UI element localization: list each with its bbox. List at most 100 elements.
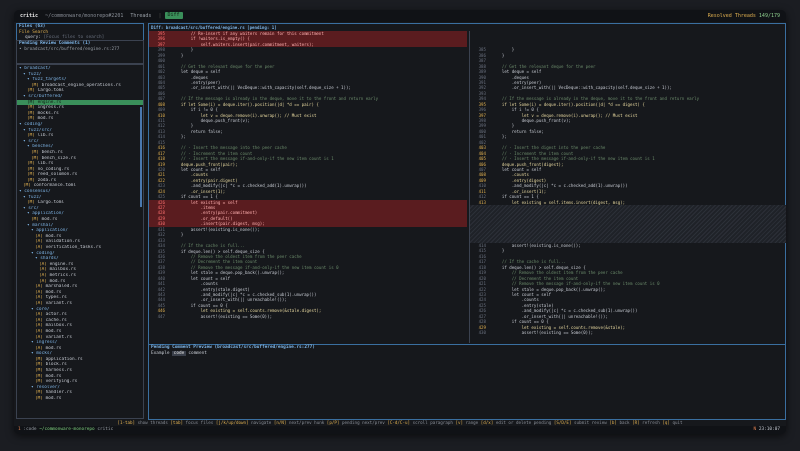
code-text: // - Insert the message if-and-only-if t…: [492, 156, 655, 162]
help-key: [q]: [662, 420, 670, 425]
help-key: [n/N]: [273, 420, 287, 425]
diff-line[interactable]: 430 assert!(existing == Some(0));: [470, 330, 786, 335]
code-text: .entry(stale.digest): [171, 286, 250, 292]
code-text: let count = self: [492, 166, 542, 172]
tree-scrollbar[interactable]: [140, 107, 142, 207]
tree-label: bench_size.rs: [41, 155, 76, 161]
diff-left-pane[interactable]: 395 // Re-insert if any waiters remain f…: [149, 31, 467, 343]
tree-label: ▾ coding/: [19, 121, 43, 127]
code-text: let deque = self: [492, 69, 542, 75]
file-status-badge: [A]: [35, 233, 43, 239]
tree-label: mod.rs: [45, 233, 62, 239]
tree-label: mod.rs: [49, 278, 66, 284]
code-text: self.waiters.insert(pair.commitment, wai…: [171, 41, 314, 47]
help-desc: edit or delete pending: [495, 420, 552, 425]
tree-file[interactable]: [M] mod.rs: [17, 396, 143, 402]
code-text: let existing = self: [171, 199, 238, 205]
left-panel: Files (63) File Search query: [Focus fil…: [16, 23, 144, 419]
help-desc: show threads: [137, 420, 168, 425]
code-text: let stale = deque.pop_back().unwrap();: [171, 270, 285, 276]
code-text: .counts: [492, 172, 529, 178]
file-status-badge: [M]: [35, 379, 43, 385]
code-text: // Remove the oldest item from the peer …: [492, 270, 623, 276]
code-text: let deque = self: [171, 69, 221, 75]
code-text: }: [492, 123, 515, 129]
tree-label: Cargo.toml: [37, 88, 65, 94]
resolved-count: 149/179: [758, 13, 780, 19]
status-left: 1 :code ~/commonware-monorepo critic: [18, 426, 113, 434]
code-text: .and_modify(|c| *c = c.checked_sub(1).un…: [492, 308, 638, 314]
code-text: .entry(stale): [492, 302, 554, 308]
tree-label: ▾ application/: [27, 211, 65, 217]
code-text: // - Insert the message into the peer ca…: [171, 145, 287, 151]
tab-threads[interactable]: Threads: [126, 10, 155, 22]
code-text: .or_insert_with(|| unreachable!());: [492, 313, 608, 319]
code-text: .counts: [171, 172, 208, 178]
clock: 23:10:07: [758, 427, 780, 432]
diff-right-pane[interactable]: 385 } 386 } 387 388 // Get the relevant deq…: [469, 31, 786, 343]
tree-label: ▾ fuzz/: [23, 71, 42, 77]
help-key: [1-tab]: [117, 420, 136, 425]
tree-label: application.rs: [45, 356, 83, 362]
file-status-badge: [M]: [35, 356, 43, 362]
app-title: critic: [20, 13, 39, 19]
tree-label: conformance.toml: [33, 183, 76, 189]
code-text: .and_modify(|c| *c = c.checked_sub(1).un…: [171, 292, 317, 297]
file-status-badge: [M]: [27, 177, 35, 183]
code-text: // Get the relevant deque for the peer: [492, 63, 596, 69]
code-text: let count = self: [171, 166, 221, 172]
code-text: .or_insert(1);: [171, 188, 226, 194]
code-text: let existing = self.counts.remove(&stale…: [492, 324, 626, 330]
status-bar: 1 :code ~/commonware-monorepo critic N 2…: [14, 426, 786, 434]
file-status-badge: [A]: [35, 345, 43, 351]
session-window: :code: [23, 427, 37, 432]
diff-filler: [470, 205, 786, 243]
tab-diff[interactable]: Diff: [164, 12, 183, 19]
file-status-badge: [M]: [27, 200, 35, 206]
code-text: // - Increment the item count: [171, 150, 253, 156]
tree-label: actor.rs: [45, 312, 67, 318]
preview-code-chip: code: [172, 351, 186, 356]
tree-label: engine.rs: [37, 99, 62, 105]
diff-line[interactable]: 447 assert!(existing == Some(0));: [149, 314, 467, 319]
file-status-badge: [M]: [27, 99, 35, 105]
tree-label: verification_tasks.rs: [45, 245, 102, 250]
code-text: .entry(digest): [492, 177, 547, 183]
help-key: [S/D/E]: [553, 420, 572, 425]
pending-item[interactable]: • broadcast/src/buffered/engine.rs:277: [17, 47, 143, 53]
file-status-badge: [M]: [35, 368, 43, 374]
tree-label: reed_solomon.rs: [37, 172, 78, 178]
file-status-badge: [A]: [35, 323, 43, 329]
code-text: .insert(pair.digest, msg);: [171, 221, 265, 227]
tree-label: mod.rs: [45, 289, 62, 295]
tree-label: ▾ src/: [23, 205, 39, 211]
tree-label: Cargo.toml: [37, 200, 65, 206]
code-text: // If the message is already in the dequ…: [492, 96, 700, 102]
code-text: return false;: [171, 128, 223, 134]
file-status-badge: [A]: [35, 284, 43, 290]
tree-label: mod.rs: [45, 396, 62, 402]
code-text: if !waiters.is_empty() {: [171, 36, 250, 42]
code-text: .or_insert(1);: [492, 188, 547, 194]
help-key: [R]: [632, 420, 640, 425]
tree-label: ingress.rs: [37, 105, 65, 111]
help-key: [C-d/C-u]: [387, 420, 411, 425]
code-text: }: [492, 52, 505, 58]
help-key: [b]: [609, 420, 617, 425]
tree-label: metrics.rs: [49, 272, 77, 278]
code-text: if i != 0 {: [492, 107, 539, 113]
code-text: // If the cache is full...: [171, 243, 245, 249]
tree-label: ▾ resolver/: [31, 384, 61, 390]
line-number: 430: [478, 330, 486, 335]
help-desc: navigate: [251, 420, 272, 425]
code-text: .or_default(): [171, 215, 233, 221]
code-text: }: [492, 47, 515, 53]
tree-label: lib.rs: [37, 133, 54, 139]
tree-label: mod.rs: [37, 116, 54, 122]
tree-label: cache.rs: [45, 317, 67, 323]
file-status-badge: [M]: [35, 396, 43, 402]
tree-label: lib.rs: [37, 161, 54, 167]
code-text: .or_insert_with(|| unreachable!());: [171, 297, 287, 303]
code-text: // Decrement the item count: [171, 259, 258, 265]
code-text: .entry(pair.digest): [171, 177, 238, 183]
